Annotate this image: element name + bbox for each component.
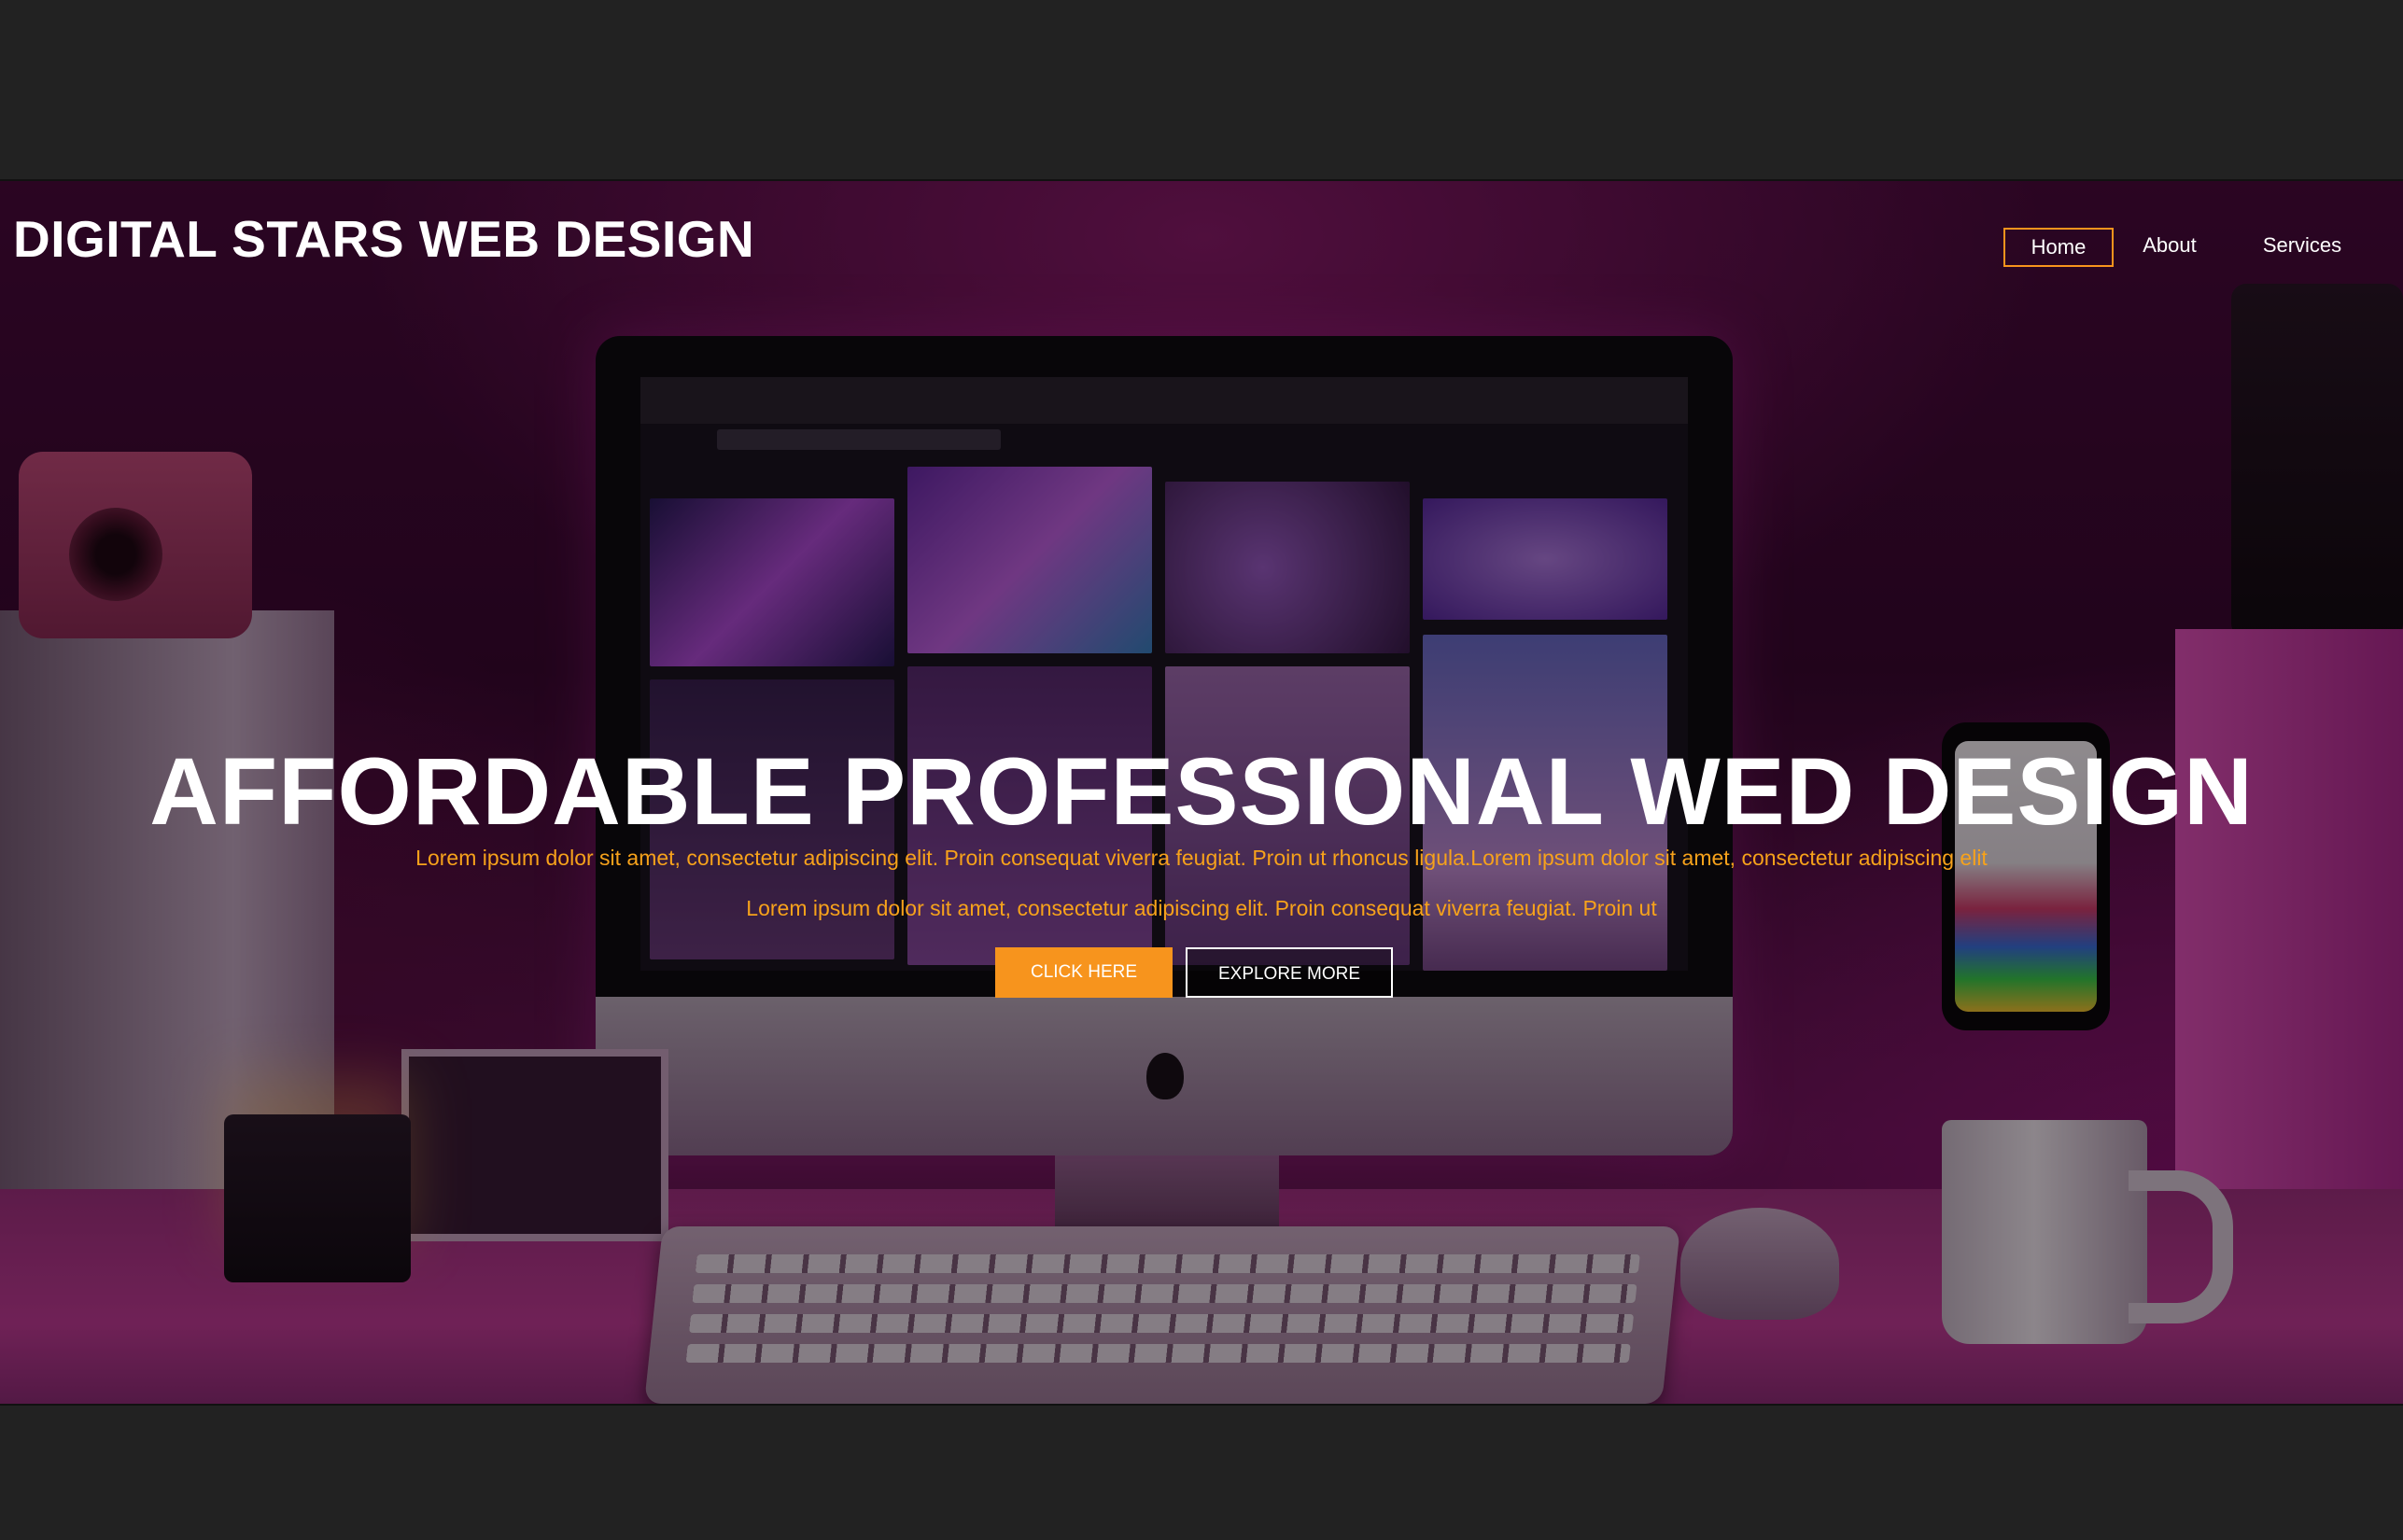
site-logo-text[interactable]: DIGITAL STARS WEB DESIGN xyxy=(13,209,754,269)
hero-subtext-line-2: Lorem ipsum dolor sit amet, consectetur … xyxy=(746,896,1657,920)
nav-home[interactable]: Home xyxy=(2003,228,2114,267)
click-here-button[interactable]: CLICK HERE xyxy=(995,947,1173,998)
explore-more-button[interactable]: EXPLORE MORE xyxy=(1186,947,1393,998)
hero-subtext-line-1: Lorem ipsum dolor sit amet, consectetur … xyxy=(415,846,1988,870)
hero-bottom-border xyxy=(0,1404,2403,1406)
nav-about[interactable]: About xyxy=(2132,228,2207,263)
nav-services[interactable]: Services xyxy=(2250,228,2354,263)
hero-headline: AFFORDABLE PROFESSIONAL WED DESIGN xyxy=(149,738,2254,845)
